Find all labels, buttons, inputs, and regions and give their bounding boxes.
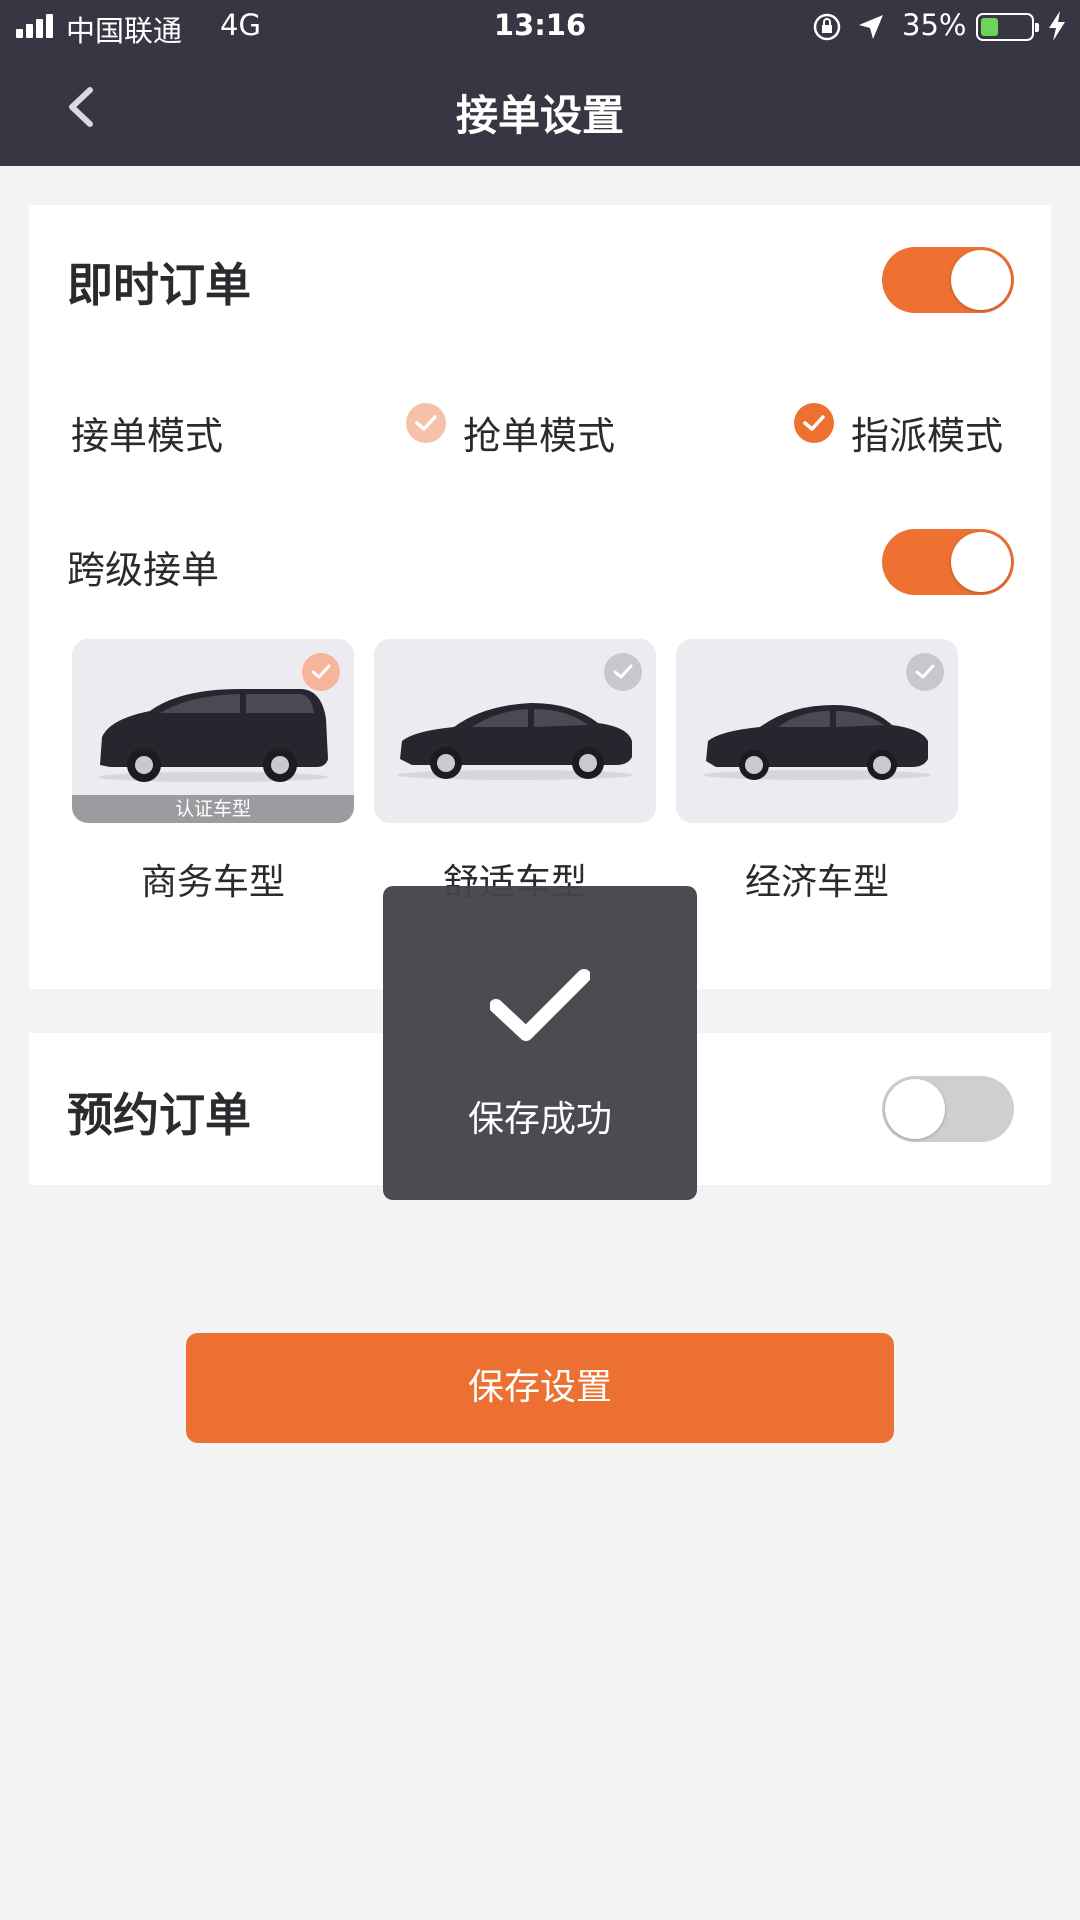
sedan-car-icon	[397, 703, 633, 780]
page-title: 接单设置	[455, 91, 624, 140]
instant-order-card: 即时订单 接单模式 抢单模式 指派模式 跨级接单 认证车型 商务车型 舒适车型 …	[29, 205, 1051, 989]
cross-level-label: 跨级接单	[67, 548, 220, 592]
car-type-economy-tile[interactable]	[676, 639, 958, 823]
compact-car-icon	[703, 705, 931, 780]
battery-icon	[976, 13, 1039, 41]
instant-order-title: 即时订单	[67, 258, 251, 312]
status-bar: 中国联通 4G 13:16 35%	[0, 0, 1080, 54]
location-arrow-icon	[859, 15, 883, 39]
order-mode-label: 接单模式	[71, 414, 224, 458]
car-type-comfort-tile[interactable]	[374, 639, 656, 823]
assign-mode-radio[interactable]	[794, 403, 834, 443]
checkmark-icon	[490, 969, 590, 1041]
success-toast: 保存成功	[383, 886, 697, 1200]
car-type-business-tile[interactable]: 认证车型	[72, 639, 354, 823]
car-type-business-label: 商务车型	[140, 862, 285, 903]
rotation-lock-icon	[813, 13, 841, 41]
reserve-order-toggle[interactable]	[882, 1076, 1014, 1142]
assign-mode-label[interactable]: 指派模式	[851, 405, 1003, 460]
car-type-economy-label: 经济车型	[744, 862, 889, 903]
reserve-order-title: 预约订单	[67, 1088, 251, 1142]
instant-order-toggle[interactable]	[882, 247, 1014, 313]
toast-message: 保存成功	[467, 1099, 612, 1140]
grab-mode-label[interactable]: 抢单模式	[463, 405, 615, 460]
settings-page: 中国联通 4G 13:16 35% 接单设置 即时订单 接单模式 抢单模式 指派…	[0, 0, 1080, 1920]
battery-percent: 35%	[902, 8, 967, 42]
mpv-car-icon	[98, 689, 328, 782]
charging-bolt-icon	[1049, 11, 1065, 41]
cross-level-toggle[interactable]	[882, 529, 1014, 595]
save-settings-button[interactable]: 保存设置	[186, 1333, 894, 1443]
certified-badge: 认证车型	[72, 795, 354, 823]
battery-level	[981, 18, 998, 36]
grab-mode-radio[interactable]	[406, 403, 446, 443]
top-bar: 中国联通 4G 13:16 35% 接单设置	[0, 0, 1080, 166]
